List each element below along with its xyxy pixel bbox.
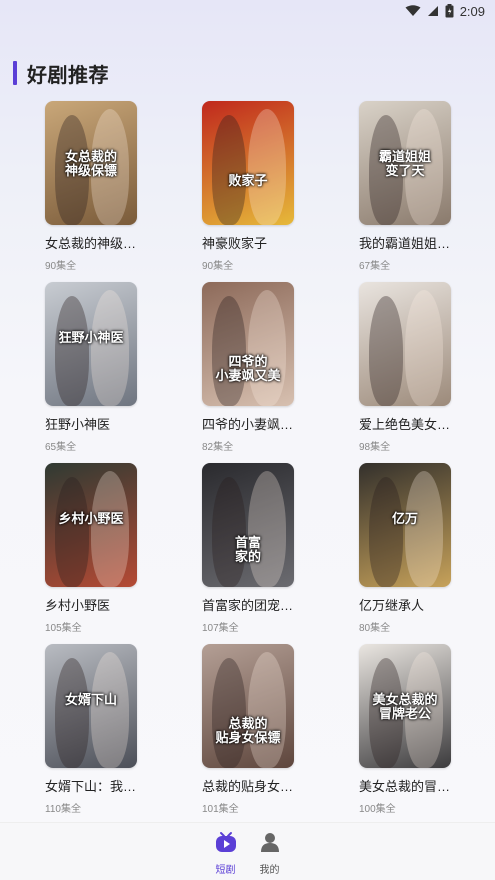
drama-card[interactable]: 乡村小野医 乡村小野医 105集全 [45,463,202,644]
poster-caption: 败家子 [228,174,268,189]
poster-figure [212,115,246,225]
nav-label-me: 我的 [259,865,280,876]
poster-figure [212,296,246,406]
episode-count: 82集全 [202,442,234,453]
drama-title[interactable]: 四爷的小妻飒… [202,414,302,433]
drama-poster[interactable]: 亿万 [359,463,451,587]
drama-title[interactable]: 神豪败家子 [202,233,302,252]
drama-card[interactable]: 四爷的 小妻飒又美四爷的小妻飒… 82集全 [202,282,359,463]
clock-time: 2:09 [459,3,485,19]
drama-poster[interactable]: 乡村小野医 [45,463,137,587]
poster-figure [91,290,129,406]
episode-count: 101集全 [202,804,239,815]
drama-poster[interactable]: 首富 家的 [202,463,294,587]
poster-caption: 亿万 [391,512,418,527]
poster-caption: 首富 家的 [234,536,261,566]
poster-figure [55,658,89,768]
drama-title[interactable]: 乡村小野医 [45,595,145,614]
nav-item-shorts[interactable]: 短剧 [213,831,239,880]
poster-figure [55,296,89,406]
user-icon [259,831,281,858]
section-header: 好剧推荐 [13,60,109,87]
drama-card[interactable]: 亿万亿万继承人 80集全 [359,463,495,644]
drama-title[interactable]: 美女总裁的冒… [359,776,459,795]
poster-figure [248,290,286,406]
poster-figure [248,471,286,587]
poster-caption: 女婿下山 [64,693,117,708]
drama-poster[interactable]: 四爷的 小妻飒又美 [202,282,294,406]
poster-caption: 总裁的 贴身女保镖 [215,717,281,747]
poster-caption: 女总裁的 神级保镖 [64,150,117,180]
episode-count: 65集全 [45,442,77,453]
poster-caption: 四爷的 小妻飒又美 [215,355,281,385]
drama-title[interactable]: 亿万继承人 [359,595,459,614]
drama-grid: 女总裁的 神级保镖女总裁的神级… 90集全 败家子神豪败家子 90集全 霸道姐姐 变了天… [0,101,495,825]
poster-figure [55,477,89,587]
drama-card[interactable]: 美女总裁的 冒牌老公美女总裁的冒… 100集全 [359,644,495,825]
episode-count: 98集全 [359,442,391,453]
drama-title[interactable]: 女总裁的神级… [45,233,145,252]
drama-title[interactable]: 狂野小神医 [45,414,145,433]
drama-title[interactable]: 我的霸道姐姐… [359,233,459,252]
episode-count: 80集全 [359,623,391,634]
drama-card[interactable]: 首富 家的首富家的团宠… 107集全 [202,463,359,644]
poster-figure [91,471,129,587]
drama-poster[interactable]: 总裁的 贴身女保镖 [202,644,294,768]
drama-title[interactable]: 首富家的团宠… [202,595,302,614]
poster-caption: 狂野小神医 [58,331,124,346]
drama-card[interactable]: 总裁的 贴身女保镖总裁的贴身女… 101集全 [202,644,359,825]
drama-poster[interactable]: 狂野小神医 [45,282,137,406]
poster-caption: 美女总裁的 冒牌老公 [372,693,438,723]
drama-card[interactable]: 爱上绝色美女… 98集全 [359,282,495,463]
drama-card[interactable]: 狂野小神医 狂野小神医 65集全 [45,282,202,463]
poster-figure [405,290,443,406]
episode-count: 90集全 [45,261,77,272]
drama-title[interactable]: 女婿下山：我… [45,776,145,795]
tv-play-icon [214,831,238,858]
poster-figure [369,296,403,406]
drama-poster[interactable]: 美女总裁的 冒牌老公 [359,644,451,768]
drama-title[interactable]: 总裁的贴身女… [202,776,302,795]
signal-icon [427,5,439,17]
episode-count: 100集全 [359,804,396,815]
drama-card[interactable]: 霸道姐姐 变了天我的霸道姐姐… 67集全 [359,101,495,282]
drama-card[interactable]: 女婿下山女婿下山：我… 110集全 [45,644,202,825]
nav-label-shorts: 短剧 [215,865,236,876]
battery-icon [445,4,454,18]
poster-figure [369,477,403,587]
drama-title[interactable]: 爱上绝色美女… [359,414,459,433]
bottom-nav: 短剧 我的 [0,822,495,880]
poster-figure [212,658,246,768]
episode-count: 107集全 [202,623,239,634]
poster-figure [248,652,286,768]
drama-poster[interactable]: 女总裁的 神级保镖 [45,101,137,225]
drama-card[interactable]: 女总裁的 神级保镖女总裁的神级… 90集全 [45,101,202,282]
section-title: 好剧推荐 [27,64,109,87]
section-accent-bar [13,61,17,85]
poster-figure [405,471,443,587]
status-bar: 2:09 [0,0,495,22]
poster-caption: 乡村小野医 [58,512,124,527]
episode-count: 110集全 [45,804,81,815]
episode-count: 67集全 [359,261,391,272]
drama-poster[interactable]: 霸道姐姐 变了天 [359,101,451,225]
drama-poster[interactable] [359,282,451,406]
drama-poster[interactable]: 败家子 [202,101,294,225]
poster-caption: 霸道姐姐 变了天 [378,150,431,180]
nav-item-me[interactable]: 我的 [257,831,283,880]
poster-figure [212,477,246,587]
poster-figure [91,652,129,768]
poster-figure [248,109,286,225]
drama-card[interactable]: 败家子神豪败家子 90集全 [202,101,359,282]
episode-count: 90集全 [202,261,234,272]
episode-count: 105集全 [45,623,82,634]
drama-poster[interactable]: 女婿下山 [45,644,137,768]
wifi-icon [405,5,421,17]
